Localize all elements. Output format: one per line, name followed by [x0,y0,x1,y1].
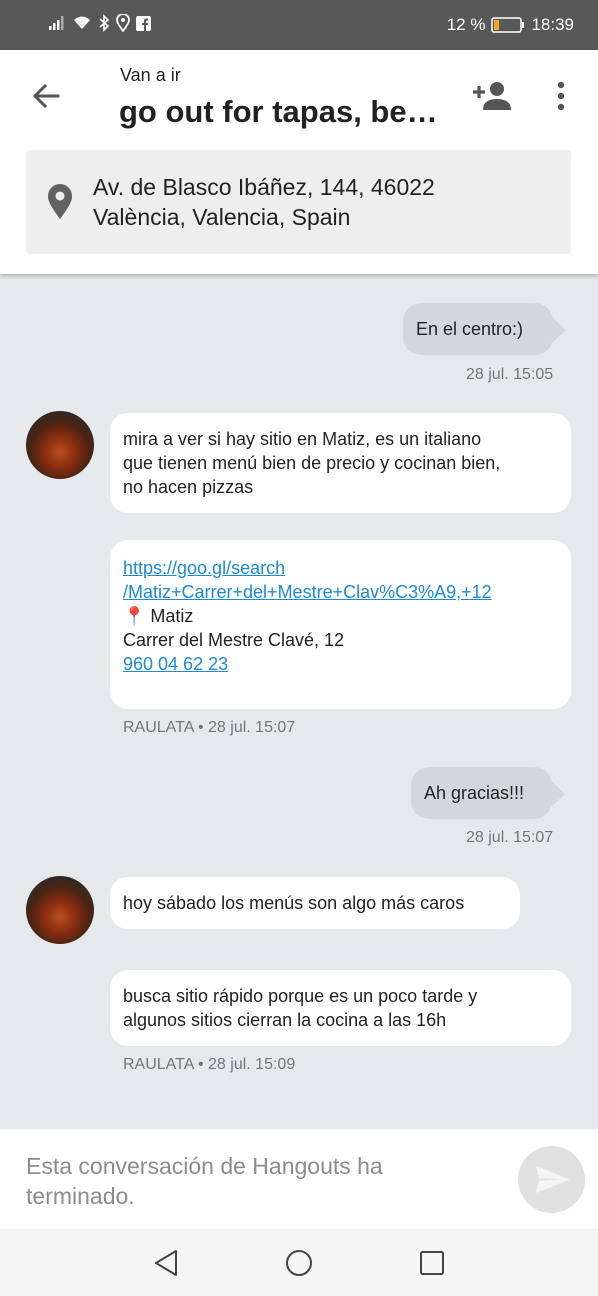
bluetooth-icon [99,14,110,32]
facebook-icon [136,15,151,31]
message-meta: RAULATA • 28 jul. 15:07 [123,719,296,736]
map-pin-icon [48,184,72,219]
nav-recents-icon[interactable] [419,1250,445,1276]
message-text: algunos sitios cierran la cocina a las 1… [123,1010,447,1030]
send-button[interactable] [518,1146,585,1213]
clock: 18:39 [531,15,574,34]
conversation-ended-bar: Esta conversación de Hangouts ha termina… [0,1129,598,1229]
status-bar: 12 % 18:39 [0,0,598,50]
bubble-tail [551,781,565,807]
battery-percent: 12 % [446,15,486,34]
message-timestamp: 28 jul. 15:07 [466,829,554,846]
message-meta: RAULATA • 28 jul. 15:09 [123,1056,296,1073]
bubble-tail [552,317,566,343]
message-bubble-raulata[interactable]: hoy sábado los menús son algo más caros [110,877,520,929]
message-text: que tienen menú bien de precio y cocinan… [123,453,501,473]
more-options-icon[interactable] [548,78,574,114]
back-arrow-icon[interactable] [28,78,64,114]
place-name: 📍 Matiz [123,604,558,628]
conversation-subtitle: Van a ir [120,65,181,85]
message-text: mira a ver si hay sitio en Matiz, es un … [123,429,482,449]
message-text: busca sitio rápido porque es un poco tar… [123,986,478,1006]
conversation-header: Van a ir go out for tapas, be… Av. de Bl… [0,50,598,274]
location-address: Av. de Blasco Ibáñez, 144, 46022 Valènci… [93,172,435,232]
address-line-2: València, Valencia, Spain [93,204,351,230]
message-text: Ah gracias!!! [424,783,525,803]
message-timestamp: 28 jul. 15:05 [466,366,554,383]
place-street: Carrer del Mestre Clavé, 12 [123,630,345,650]
message-bubble-me[interactable]: En el centro:) [403,303,553,355]
place-name-text: Matiz [145,606,194,626]
message-text: hoy sábado los menús son algo más caros [123,893,465,913]
phone-link[interactable]: 960 04 62 23 [123,652,558,676]
add-person-icon[interactable] [470,78,514,114]
status-icons-left [48,14,151,32]
conversation-ended-notice: Esta conversación de Hangouts ha termina… [26,1153,383,1209]
location-card[interactable]: Av. de Blasco Ibáñez, 144, 46022 Valènci… [26,150,571,254]
battery-icon [491,17,525,33]
conversation-title: go out for tapas, be… [119,94,438,129]
round-pushpin-icon: 📍 [123,606,146,626]
wifi-icon [74,16,90,29]
message-bubble-raulata[interactable]: https://goo.gl/search /Matiz+Carrer+del+… [110,540,571,709]
search-link[interactable]: /Matiz+Carrer+del+Mestre+Clav%C3%A9,+12 [123,580,558,604]
signal-icon [49,16,64,30]
message-text: no hacen pizzas [123,477,254,497]
send-icon [536,1166,570,1193]
message-text: En el centro:) [416,319,524,339]
navigation-bar [0,1229,598,1296]
message-bubble-raulata[interactable]: mira a ver si hay sitio en Matiz, es un … [110,413,571,513]
nav-home-icon[interactable] [285,1249,313,1277]
location-icon [116,14,130,32]
nav-back-icon[interactable] [153,1249,179,1277]
avatar[interactable] [26,411,94,479]
message-bubble-me[interactable]: Ah gracias!!! [411,767,552,819]
address-line-1: Av. de Blasco Ibáñez, 144, 46022 [93,174,435,200]
message-bubble-raulata[interactable]: busca sitio rápido porque es un poco tar… [110,970,571,1046]
search-link[interactable]: https://goo.gl/search [123,556,558,580]
avatar[interactable] [26,876,94,944]
status-icons-right: 12 % 18:39 [447,15,574,35]
